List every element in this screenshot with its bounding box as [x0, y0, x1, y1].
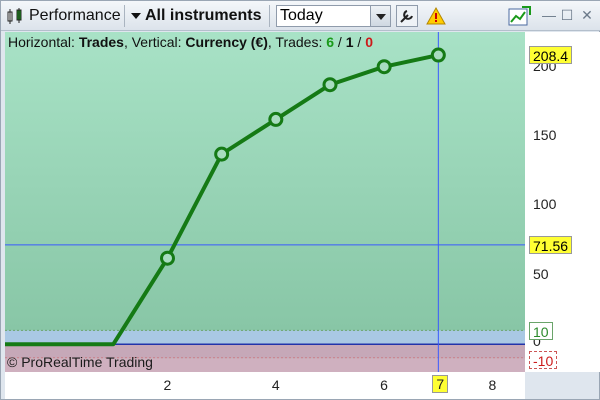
instrument-selector[interactable]: All instruments: [131, 4, 261, 28]
trades-loss-count: 0: [365, 34, 373, 50]
trades-neutral-count: 1: [345, 34, 354, 50]
y-tick-label: 100: [533, 196, 557, 213]
vertical-value: Currency (€): [185, 34, 268, 50]
toolbar-separator: [269, 5, 270, 27]
chart-info-line: Horizontal: Trades, Vertical: Currency (…: [8, 34, 373, 50]
band-low-tag: -10: [529, 351, 558, 370]
trades-win-count: 6: [326, 34, 335, 50]
performance-chart[interactable]: Horizontal: Trades, Vertical: Currency (…: [5, 32, 525, 372]
trades-separator: /: [334, 34, 346, 50]
data-point: [430, 47, 446, 63]
y-tick-label: 50: [533, 265, 549, 282]
dropdown-arrow-icon[interactable]: [370, 6, 390, 26]
data-point: [322, 77, 338, 93]
chart-export-icon: [508, 6, 531, 26]
toolbar: Performance All instruments Today — ☐ ✕: [1, 1, 600, 31]
chart-plot-area: [5, 32, 525, 372]
period-select[interactable]: Today: [276, 5, 391, 27]
warning-button[interactable]: [426, 4, 446, 28]
instrument-label: All instruments: [145, 7, 262, 24]
performance-label: Performance: [29, 7, 121, 24]
positive-band: [5, 330, 525, 345]
data-point: [160, 250, 175, 266]
horizontal-value: Trades: [78, 34, 124, 50]
candlestick-icon: [7, 8, 22, 24]
band-high-tag: 10: [529, 322, 553, 341]
x-tick-label: 8: [488, 377, 497, 393]
data-point: [376, 59, 392, 75]
toolbar-separator: [124, 5, 125, 27]
settings-button[interactable]: [396, 4, 418, 28]
performance-window: Performance All instruments Today — ☐ ✕ …: [0, 0, 600, 400]
close-icon[interactable]: ✕: [579, 6, 595, 24]
x-axis[interactable]: 2 4 6 8 7: [5, 372, 525, 399]
last-value-tag: 208.4: [529, 46, 573, 65]
horizontal-label: Horizontal:: [8, 34, 79, 50]
performance-button[interactable]: Performance: [5, 4, 121, 28]
y-tick-label: 150: [533, 127, 557, 144]
copyright-text: © ProRealTime Trading: [7, 354, 153, 370]
warning-icon: [426, 6, 446, 25]
data-point: [268, 111, 284, 127]
trades-separator: /: [353, 34, 366, 50]
x-tick-label: 4: [271, 377, 280, 393]
period-value: Today: [280, 7, 323, 24]
chevron-down-icon: [131, 13, 141, 19]
x-tick-label: 2: [163, 377, 172, 393]
maximize-icon[interactable]: ☐: [559, 6, 575, 24]
equity-line: [5, 53, 439, 347]
x-tick-label: 6: [380, 377, 388, 393]
data-point: [214, 146, 230, 162]
crosshair-x-tag: 7: [432, 375, 449, 393]
vertical-label: , Vertical:: [123, 34, 186, 50]
wrench-icon: [396, 5, 418, 27]
minimize-icon[interactable]: —: [541, 6, 557, 24]
export-chart-button[interactable]: [508, 4, 532, 28]
trades-label: , Trades:: [267, 34, 327, 50]
crosshair-value-tag: 71.56: [529, 235, 573, 254]
y-axis[interactable]: 50 100 150 200 0 208.4 71.56 10 -10: [525, 32, 600, 372]
